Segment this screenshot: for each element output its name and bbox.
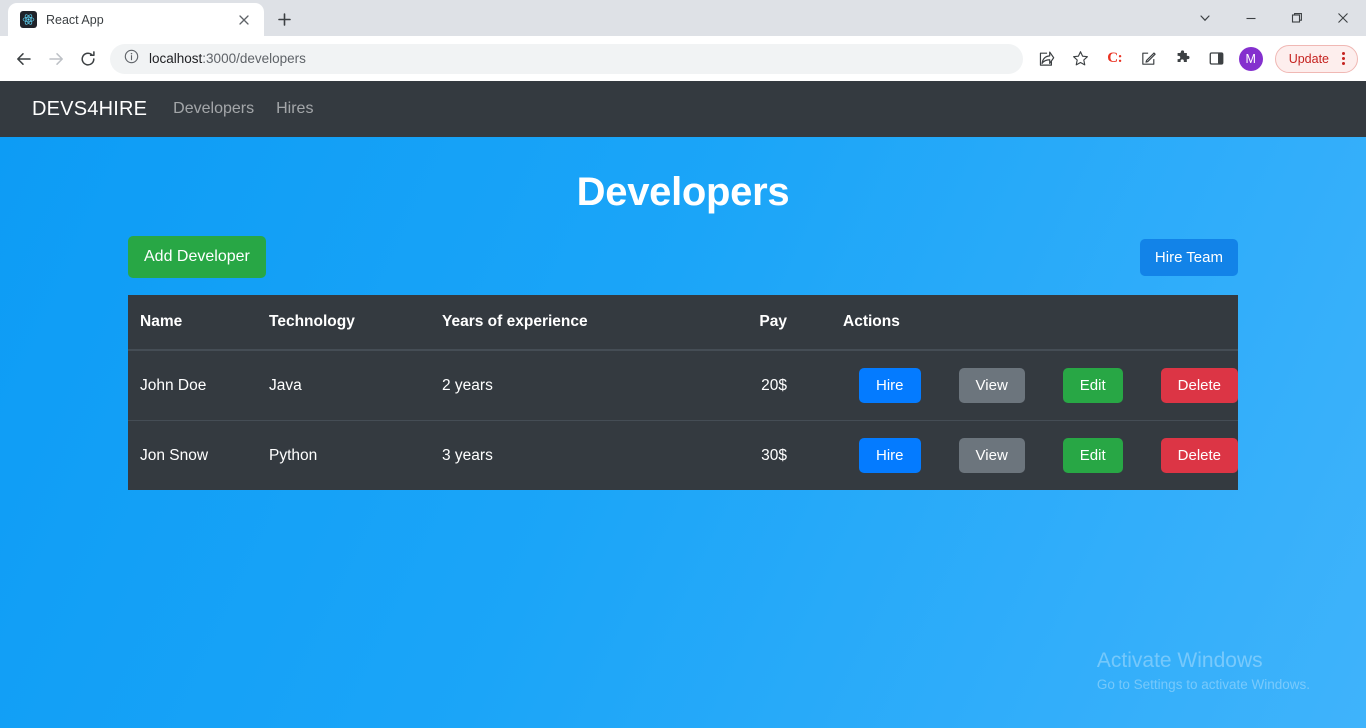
update-button[interactable]: Update bbox=[1274, 44, 1358, 73]
url-host: localhost bbox=[149, 51, 203, 66]
delete-button[interactable]: Delete bbox=[1160, 438, 1238, 473]
brand-logo[interactable]: DEVS4HIRE bbox=[32, 98, 147, 121]
nav-link-developers[interactable]: Developers bbox=[173, 100, 254, 118]
column-header-name: Name bbox=[128, 295, 270, 351]
side-panel-icon[interactable] bbox=[1201, 43, 1233, 75]
window-controls bbox=[1182, 0, 1366, 36]
chevron-down-icon[interactable] bbox=[1182, 0, 1228, 36]
app-navbar: DEVS4HIRE Developers Hires bbox=[0, 81, 1366, 137]
view-button[interactable]: View bbox=[958, 368, 1025, 403]
page-content: Developers Add Developer Hire Team Name … bbox=[0, 137, 1366, 728]
tab-close-icon[interactable] bbox=[234, 10, 254, 30]
cell-name: Jon Snow bbox=[128, 420, 270, 490]
react-logo-icon bbox=[20, 11, 37, 28]
cell-pay: 20$ bbox=[761, 376, 788, 394]
edit-square-icon[interactable] bbox=[1133, 43, 1165, 75]
edit-button[interactable]: Edit bbox=[1062, 438, 1123, 473]
navbar-links: Developers Hires bbox=[173, 100, 313, 118]
cell-pay: 30$ bbox=[714, 420, 788, 490]
extension-c-icon[interactable]: C: bbox=[1099, 43, 1131, 75]
three-dot-menu-icon[interactable] bbox=[1333, 52, 1353, 65]
column-header-pay: Pay bbox=[714, 295, 788, 351]
maximize-icon[interactable] bbox=[1274, 0, 1320, 36]
info-circle-icon[interactable] bbox=[124, 49, 139, 69]
hire-button[interactable]: Hire bbox=[859, 368, 921, 403]
table-body: John Doe Java 2 years 20$ Hire View Edit… bbox=[128, 350, 1238, 490]
minimize-icon[interactable] bbox=[1228, 0, 1274, 36]
share-icon[interactable] bbox=[1031, 43, 1063, 75]
cell-technology: Python bbox=[269, 420, 442, 490]
tab-title: React App bbox=[46, 12, 104, 27]
hire-button[interactable]: Hire bbox=[859, 438, 921, 473]
star-icon[interactable] bbox=[1065, 43, 1097, 75]
edit-button[interactable]: Edit bbox=[1062, 368, 1123, 403]
window-close-icon[interactable] bbox=[1320, 0, 1366, 36]
tab-strip: React App bbox=[0, 0, 1366, 36]
table-header-row: Name Technology Years of experience Pay … bbox=[128, 295, 1238, 351]
nav-link-hires[interactable]: Hires bbox=[276, 100, 313, 118]
reload-icon[interactable] bbox=[72, 43, 104, 75]
cell-years: 2 years bbox=[442, 376, 493, 394]
watermark-subtitle: Go to Settings to activate Windows. bbox=[1096, 677, 1310, 693]
table-row: Jon Snow Python 3 years 30$ Hire View Ed… bbox=[128, 420, 1238, 490]
avatar[interactable]: M bbox=[1235, 43, 1267, 75]
watermark-title: Activate Windows bbox=[1096, 649, 1263, 673]
browser-toolbar: localhost:3000/developers C: M Update bbox=[0, 36, 1366, 81]
update-label: Update bbox=[1288, 51, 1329, 66]
address-bar-url: localhost:3000/developers bbox=[149, 51, 306, 66]
table-row: John Doe Java 2 years 20$ Hire View Edit… bbox=[128, 350, 1238, 421]
puzzle-piece-icon[interactable] bbox=[1167, 43, 1199, 75]
url-path: :3000/developers bbox=[202, 51, 306, 66]
cell-actions: Hire View Edit Delete bbox=[787, 420, 1238, 490]
toolbar-actions: C: M Update bbox=[1031, 43, 1358, 75]
cell-years: 3 years bbox=[442, 420, 715, 490]
back-arrow-icon[interactable] bbox=[8, 43, 40, 75]
page-toolbar: Add Developer Hire Team bbox=[128, 236, 1238, 278]
view-button[interactable]: View bbox=[958, 438, 1025, 473]
column-header-actions: Actions bbox=[787, 295, 1238, 351]
new-tab-icon[interactable] bbox=[270, 5, 298, 33]
row-action-buttons: Hire View Edit Delete bbox=[843, 368, 1238, 403]
add-developer-button[interactable]: Add Developer bbox=[128, 236, 266, 278]
forward-arrow-icon bbox=[40, 43, 72, 75]
avatar-initial: M bbox=[1238, 46, 1263, 71]
cell-name: John Doe bbox=[140, 376, 207, 394]
delete-button[interactable]: Delete bbox=[1160, 368, 1238, 403]
table-header: Name Technology Years of experience Pay … bbox=[128, 295, 1238, 351]
cell-actions: Hire View Edit Delete bbox=[787, 350, 1238, 421]
browser-window: React App localhost:3000/developers C: M… bbox=[0, 0, 1366, 728]
activate-windows-watermark: Activate Windows Go to Settings to activ… bbox=[1097, 648, 1310, 696]
row-action-buttons: Hire View Edit Delete bbox=[843, 438, 1238, 473]
address-bar[interactable]: localhost:3000/developers bbox=[110, 43, 1023, 74]
extension-c-label: C: bbox=[1107, 50, 1123, 66]
developers-table: Name Technology Years of experience Pay … bbox=[128, 295, 1238, 490]
cell-technology: Java bbox=[269, 376, 302, 394]
page-title: Developers bbox=[576, 170, 790, 214]
hire-team-button[interactable]: Hire Team bbox=[1139, 238, 1238, 276]
page-viewport: DEVS4HIRE Developers Hires Developers Ad… bbox=[0, 81, 1366, 728]
browser-tab-react-app[interactable]: React App bbox=[8, 3, 264, 36]
column-header-years: Years of experience bbox=[442, 295, 715, 351]
column-header-technology: Technology bbox=[269, 295, 442, 351]
